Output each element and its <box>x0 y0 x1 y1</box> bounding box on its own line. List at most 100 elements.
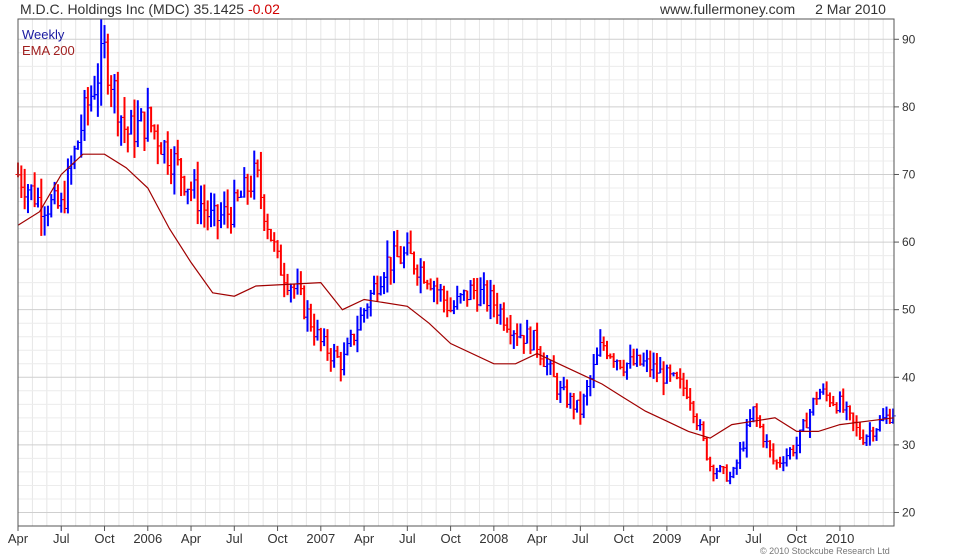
weekly-bar-up <box>295 268 301 295</box>
weekly-bar-down <box>494 292 500 324</box>
y-tick-label: 30 <box>902 438 916 452</box>
weekly-bar-up <box>531 329 537 351</box>
weekly-bar-up <box>807 409 813 438</box>
weekly-bar-up <box>68 155 74 185</box>
weekly-bar-down <box>165 131 171 175</box>
weekly-bar-up <box>58 192 64 213</box>
weekly-bar-up <box>717 464 723 473</box>
x-tick-label: Jul <box>745 531 762 546</box>
weekly-bar-up <box>837 391 843 413</box>
x-tick-label: Apr <box>8 531 29 546</box>
weekly-bar-up <box>211 193 217 227</box>
weekly-bar-down <box>601 336 607 351</box>
x-tick-label: 2006 <box>133 531 162 546</box>
weekly-bar-up <box>45 205 51 227</box>
weekly-bar-down <box>631 348 637 366</box>
weekly-bar-down <box>824 381 830 402</box>
weekly-bar-down <box>168 148 174 185</box>
weekly-bar-up <box>511 330 517 349</box>
weekly-bar-down <box>131 99 137 158</box>
weekly-bar-down <box>245 173 251 205</box>
weekly-bar-down <box>534 322 540 358</box>
weekly-bar-down <box>148 106 154 133</box>
weekly-bar-down <box>18 165 24 198</box>
weekly-bar-down <box>754 403 760 427</box>
weekly-bar-down <box>424 279 430 290</box>
weekly-bar-down <box>571 393 577 420</box>
weekly-bar-up <box>644 349 650 373</box>
weekly-bar-down <box>694 413 700 431</box>
weekly-bar-down <box>684 379 690 400</box>
weekly-bar-up <box>371 275 377 295</box>
weekly-bar-down <box>228 206 234 234</box>
weekly-bar-down <box>704 437 710 461</box>
weekly-bar-up <box>368 289 374 317</box>
weekly-bar-down <box>491 284 497 318</box>
weekly-bar-up <box>418 258 424 294</box>
weekly-bar-up <box>547 359 553 375</box>
weekly-bar-down <box>504 317 510 333</box>
weekly-bar-down <box>278 244 284 276</box>
weekly-bar-up <box>737 441 743 470</box>
weekly-bar-down <box>804 412 810 429</box>
x-tick-label: Jul <box>226 531 243 546</box>
weekly-bar-up <box>358 307 364 331</box>
weekly-bar-up <box>88 85 94 112</box>
weekly-bar-down <box>261 194 267 231</box>
weekly-bar-up <box>797 429 803 454</box>
weekly-bar-up <box>288 283 294 303</box>
legend-ema: EMA 200 <box>22 43 75 58</box>
weekly-bar-up <box>784 448 790 467</box>
weekly-bar-down <box>374 275 380 302</box>
weekly-bar-down <box>870 426 876 442</box>
weekly-bar-down <box>661 361 667 396</box>
weekly-bar-up <box>391 231 397 284</box>
weekly-bar-down <box>318 327 324 352</box>
x-tick-label: 2010 <box>825 531 854 546</box>
y-tick-label: 90 <box>902 32 916 46</box>
weekly-bar-up <box>48 194 54 218</box>
x-tick-label: Apr <box>527 531 548 546</box>
weekly-bar-down <box>887 408 893 424</box>
weekly-bar-down <box>151 124 157 140</box>
y-tick-label: 70 <box>902 167 916 181</box>
weekly-bar-down <box>411 251 417 275</box>
y-tick-label: 80 <box>902 100 916 114</box>
weekly-bar-down <box>667 364 673 382</box>
x-tick-label: Jul <box>399 531 416 546</box>
weekly-bar-up <box>451 300 457 315</box>
weekly-bar-down <box>434 277 440 305</box>
weekly-bar-up <box>714 467 720 479</box>
weekly-bar-down <box>125 126 131 153</box>
weekly-bar-down <box>155 124 161 165</box>
plot-frame <box>17 18 895 527</box>
weekly-bar-down <box>617 359 623 370</box>
weekly-bar-up <box>251 150 257 200</box>
weekly-bar-down <box>710 464 716 482</box>
weekly-bar-down <box>444 290 450 318</box>
x-tick-label: 2009 <box>652 531 681 546</box>
weekly-bar-up <box>28 184 34 201</box>
copyright-text: © 2010 Stockcube Research Ltd <box>760 546 890 556</box>
weekly-bar-down <box>351 333 357 346</box>
weekly-bar-up <box>438 284 444 302</box>
x-tick-label: Oct <box>267 531 288 546</box>
grid-lines <box>17 19 894 526</box>
weekly-bar-up <box>481 272 487 305</box>
weekly-bar-down <box>760 423 766 448</box>
weekly-bar-up <box>727 471 733 485</box>
weekly-bar-up <box>584 380 590 406</box>
weekly-bar-down <box>501 302 507 331</box>
weekly-bar-up <box>98 19 104 106</box>
weekly-bar-down <box>328 348 334 372</box>
weekly-bar-up <box>454 285 460 310</box>
weekly-bar-up <box>364 303 370 319</box>
weekly-bar-up <box>890 408 896 424</box>
weekly-bar-up <box>657 356 663 374</box>
weekly-bar-down <box>611 353 617 368</box>
x-tick-label: Oct <box>94 531 115 546</box>
weekly-bar-down <box>308 303 314 332</box>
weekly-bar-up <box>581 393 587 419</box>
weekly-bar-down <box>398 245 404 265</box>
weekly-bar-up <box>241 167 247 198</box>
